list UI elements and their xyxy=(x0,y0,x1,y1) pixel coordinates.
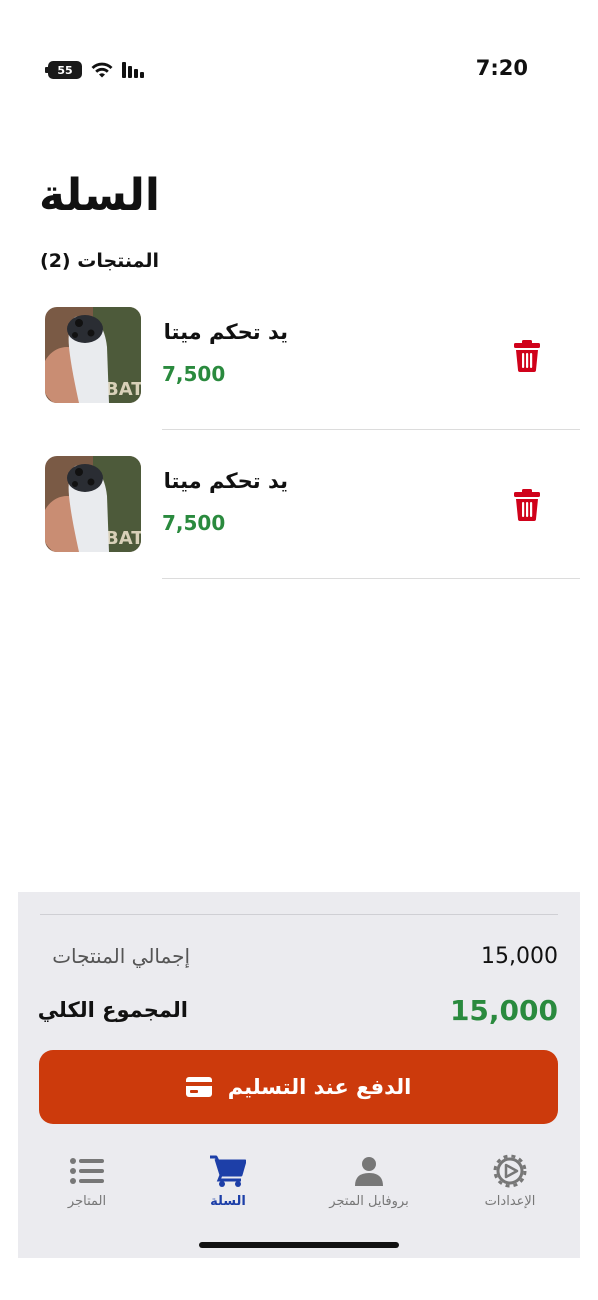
tab-store-profile[interactable]: بروفايل المتجر xyxy=(309,1154,429,1209)
subtotal-value: 15,000 xyxy=(481,944,558,969)
product-image: BATT xyxy=(45,307,141,403)
delete-item-button[interactable] xyxy=(510,487,544,523)
item-divider xyxy=(162,429,580,430)
page-title: السلة xyxy=(38,170,160,221)
products-count: المنتجات (2) xyxy=(40,250,160,272)
total-label: المجموع الكلي xyxy=(37,998,188,1022)
item-divider xyxy=(162,578,580,579)
trash-icon xyxy=(514,340,540,372)
tab-stores[interactable]: المتاجر xyxy=(27,1154,147,1209)
product-name: يد تحكم ميتا xyxy=(163,320,288,344)
tab-label: السلة xyxy=(210,1194,246,1209)
delete-item-button[interactable] xyxy=(510,338,544,374)
status-bar: 55 7:20 xyxy=(0,52,598,92)
cart-item: BATT يد تحكم ميتا 7,500 xyxy=(0,449,598,599)
tab-cart[interactable]: السلة xyxy=(168,1154,288,1209)
tab-label: المتاجر xyxy=(67,1194,107,1209)
signal-icon xyxy=(122,62,144,78)
svg-text:BATT: BATT xyxy=(105,528,141,549)
subtotal-label: إجمالي المنتجات xyxy=(52,944,190,968)
wifi-icon xyxy=(91,62,113,78)
product-price: 7,500 xyxy=(162,362,226,386)
person-icon xyxy=(355,1154,383,1188)
total-value: 15,000 xyxy=(449,994,558,1027)
trash-icon xyxy=(514,489,540,521)
product-image: BATT xyxy=(45,456,141,552)
cart-icon xyxy=(210,1154,246,1188)
svg-text:BATT: BATT xyxy=(105,379,141,400)
list-icon xyxy=(70,1154,104,1188)
cash-on-delivery-button[interactable]: الدفع عند التسليم xyxy=(39,1050,558,1124)
tab-bar: المتاجر السلة بروفايل المتجر الإعدادات xyxy=(18,1154,580,1214)
battery-icon: 55 xyxy=(45,61,82,79)
clock: 7:20 xyxy=(475,56,528,80)
product-name: يد تحكم ميتا xyxy=(163,469,288,493)
cash-on-delivery-label: الدفع عند التسليم xyxy=(227,1075,412,1099)
tab-settings[interactable]: الإعدادات xyxy=(450,1154,570,1209)
checkout-summary-panel: إجمالي المنتجات 15,000 المجموع الكلي 15,… xyxy=(18,892,580,1258)
card-icon xyxy=(185,1077,214,1097)
home-indicator xyxy=(199,1242,399,1248)
status-icons: 55 xyxy=(45,60,144,80)
gear-icon xyxy=(493,1154,527,1188)
tab-label: بروفايل المتجر xyxy=(329,1194,409,1209)
cart-item: BATT يد تحكم ميتا 7,500 xyxy=(0,300,598,450)
summary-divider xyxy=(40,914,558,915)
product-price: 7,500 xyxy=(162,511,226,535)
battery-level: 55 xyxy=(57,63,73,77)
tab-label: الإعدادات xyxy=(484,1194,536,1209)
